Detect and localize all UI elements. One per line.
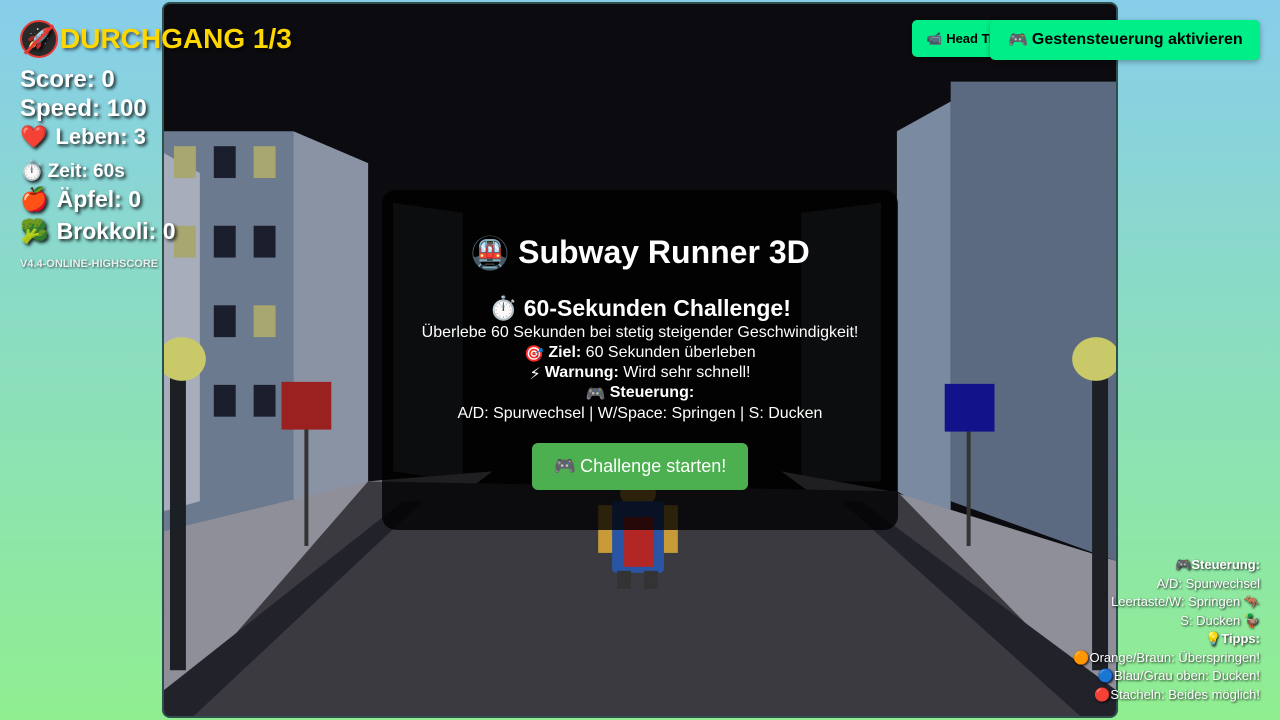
apples-display: 🍎 Äpfel: 0	[20, 188, 141, 211]
help-panel: 🎮Steuerung: A/D: Spurwechsel Leertaste/W…	[1073, 556, 1260, 704]
goal-line: 🎯 Ziel: 60 Sekunden überleben	[382, 344, 898, 364]
building-right-front	[950, 81, 1116, 561]
controls-heading: 🎮 Steuerung:	[382, 384, 898, 404]
help-duck: S: Ducken 🦆	[1180, 612, 1260, 628]
warning-label: Warnung:	[544, 364, 619, 381]
stopwatch-icon: ⏱️	[489, 295, 518, 321]
lives-text: Leben: 3	[55, 124, 146, 149]
challenge-title-text: 60-Sekunden Challenge!	[523, 295, 791, 321]
score-display: Score: 0	[20, 66, 115, 93]
metro-icon: 🚇	[470, 235, 511, 271]
broccoli-icon: 🥦	[20, 218, 49, 244]
challenge-description: Überlebe 60 Sekunden bei stetig steigend…	[421, 324, 859, 341]
gamepad-icon: 🎮	[1008, 32, 1028, 49]
apple-icon: 🍎	[20, 186, 49, 212]
help-tip-duck: 🔵Blau/Grau oben: Ducken!	[1097, 668, 1260, 683]
gamepad-icon: 🎮	[585, 386, 606, 403]
warning-line: ⚡ Warnung: Wird sehr schnell!	[382, 364, 898, 384]
gamepad-icon: 🎮	[1175, 557, 1192, 572]
help-controls-heading: 🎮Steuerung:	[1175, 557, 1260, 572]
stopwatch-icon: ⏱️	[20, 161, 44, 182]
camera-icon: 📹	[926, 30, 943, 46]
gamepad-icon: 🎮	[553, 456, 577, 476]
sign-pole-left	[304, 426, 309, 546]
start-dialog: 🚇 Subway Runner 3D ⏱️ 60-Sekunden Challe…	[382, 190, 898, 530]
warning-text: Wird sehr schnell!	[623, 364, 751, 381]
help-tips-heading: 💡Tipps:	[1205, 631, 1260, 646]
version-label: V4.4-ONLINE-HIGHSCORE	[20, 258, 159, 270]
game-title: 🚇 Subway Runner 3D	[382, 234, 898, 272]
round-text: DURCHGANG 1/3	[60, 23, 292, 54]
blue-circle-icon: 🔵	[1097, 668, 1115, 683]
lightbulb-icon: 💡	[1205, 631, 1222, 646]
time-display: ⏱️ Zeit: 60s	[20, 162, 125, 181]
red-circle-icon: 🔴	[1094, 686, 1111, 702]
challenge-title: ⏱️ 60-Sekunden Challenge!	[382, 295, 898, 322]
start-challenge-button[interactable]: 🎮 Challenge starten!	[532, 443, 748, 490]
goal-label: Ziel:	[548, 344, 582, 361]
speed-display: Speed: 100	[20, 95, 147, 122]
lightning-icon: ⚡	[529, 366, 541, 383]
building-right-side	[896, 101, 951, 522]
gesture-control-button[interactable]: 🎮 Gestensteuerung aktivieren	[990, 20, 1260, 60]
help-jump: Leertaste/W: Springen 🦘	[1111, 594, 1260, 609]
kangaroo-icon: 🦘	[1243, 594, 1260, 609]
rocket-disabled-icon: 🚀	[20, 20, 58, 58]
start-challenge-label: Challenge starten!	[580, 456, 727, 476]
broccoli-display: 🥦 Brokkoli: 0	[20, 220, 176, 243]
time-text: Zeit: 60s	[47, 161, 125, 182]
lives-display: ❤️ Leben: 3	[20, 126, 146, 148]
duck-icon: 🦆	[1243, 612, 1260, 628]
sign-blue	[944, 383, 995, 432]
gesture-control-label: Gestensteuerung aktivieren	[1031, 31, 1243, 48]
sign-red	[281, 381, 332, 430]
help-tip-jump: 🟠Orange/Braun: Überspringen!	[1073, 649, 1260, 665]
orange-circle-icon: 🟠	[1073, 649, 1090, 665]
help-tip-spikes: 🔴Stacheln: Beides möglich!	[1094, 686, 1260, 702]
apples-text: Äpfel: 0	[56, 186, 141, 212]
controls-text: A/D: Spurwechsel | W/Space: Springen | S…	[457, 405, 823, 422]
round-indicator: 🚀 DURCHGANG 1/3	[20, 20, 292, 58]
controls-label: Steuerung:	[609, 384, 695, 401]
help-lane-change: A/D: Spurwechsel	[1156, 575, 1260, 591]
sign-pole-right	[966, 431, 971, 546]
goal-text: 60 Sekunden überleben	[585, 344, 756, 361]
heart-icon: ❤️	[20, 124, 48, 149]
lamp-post-left	[169, 371, 186, 671]
game-title-text: Subway Runner 3D	[518, 234, 810, 270]
broccoli-text: Brokkoli: 0	[56, 218, 176, 244]
target-icon: 🎯	[524, 346, 545, 363]
